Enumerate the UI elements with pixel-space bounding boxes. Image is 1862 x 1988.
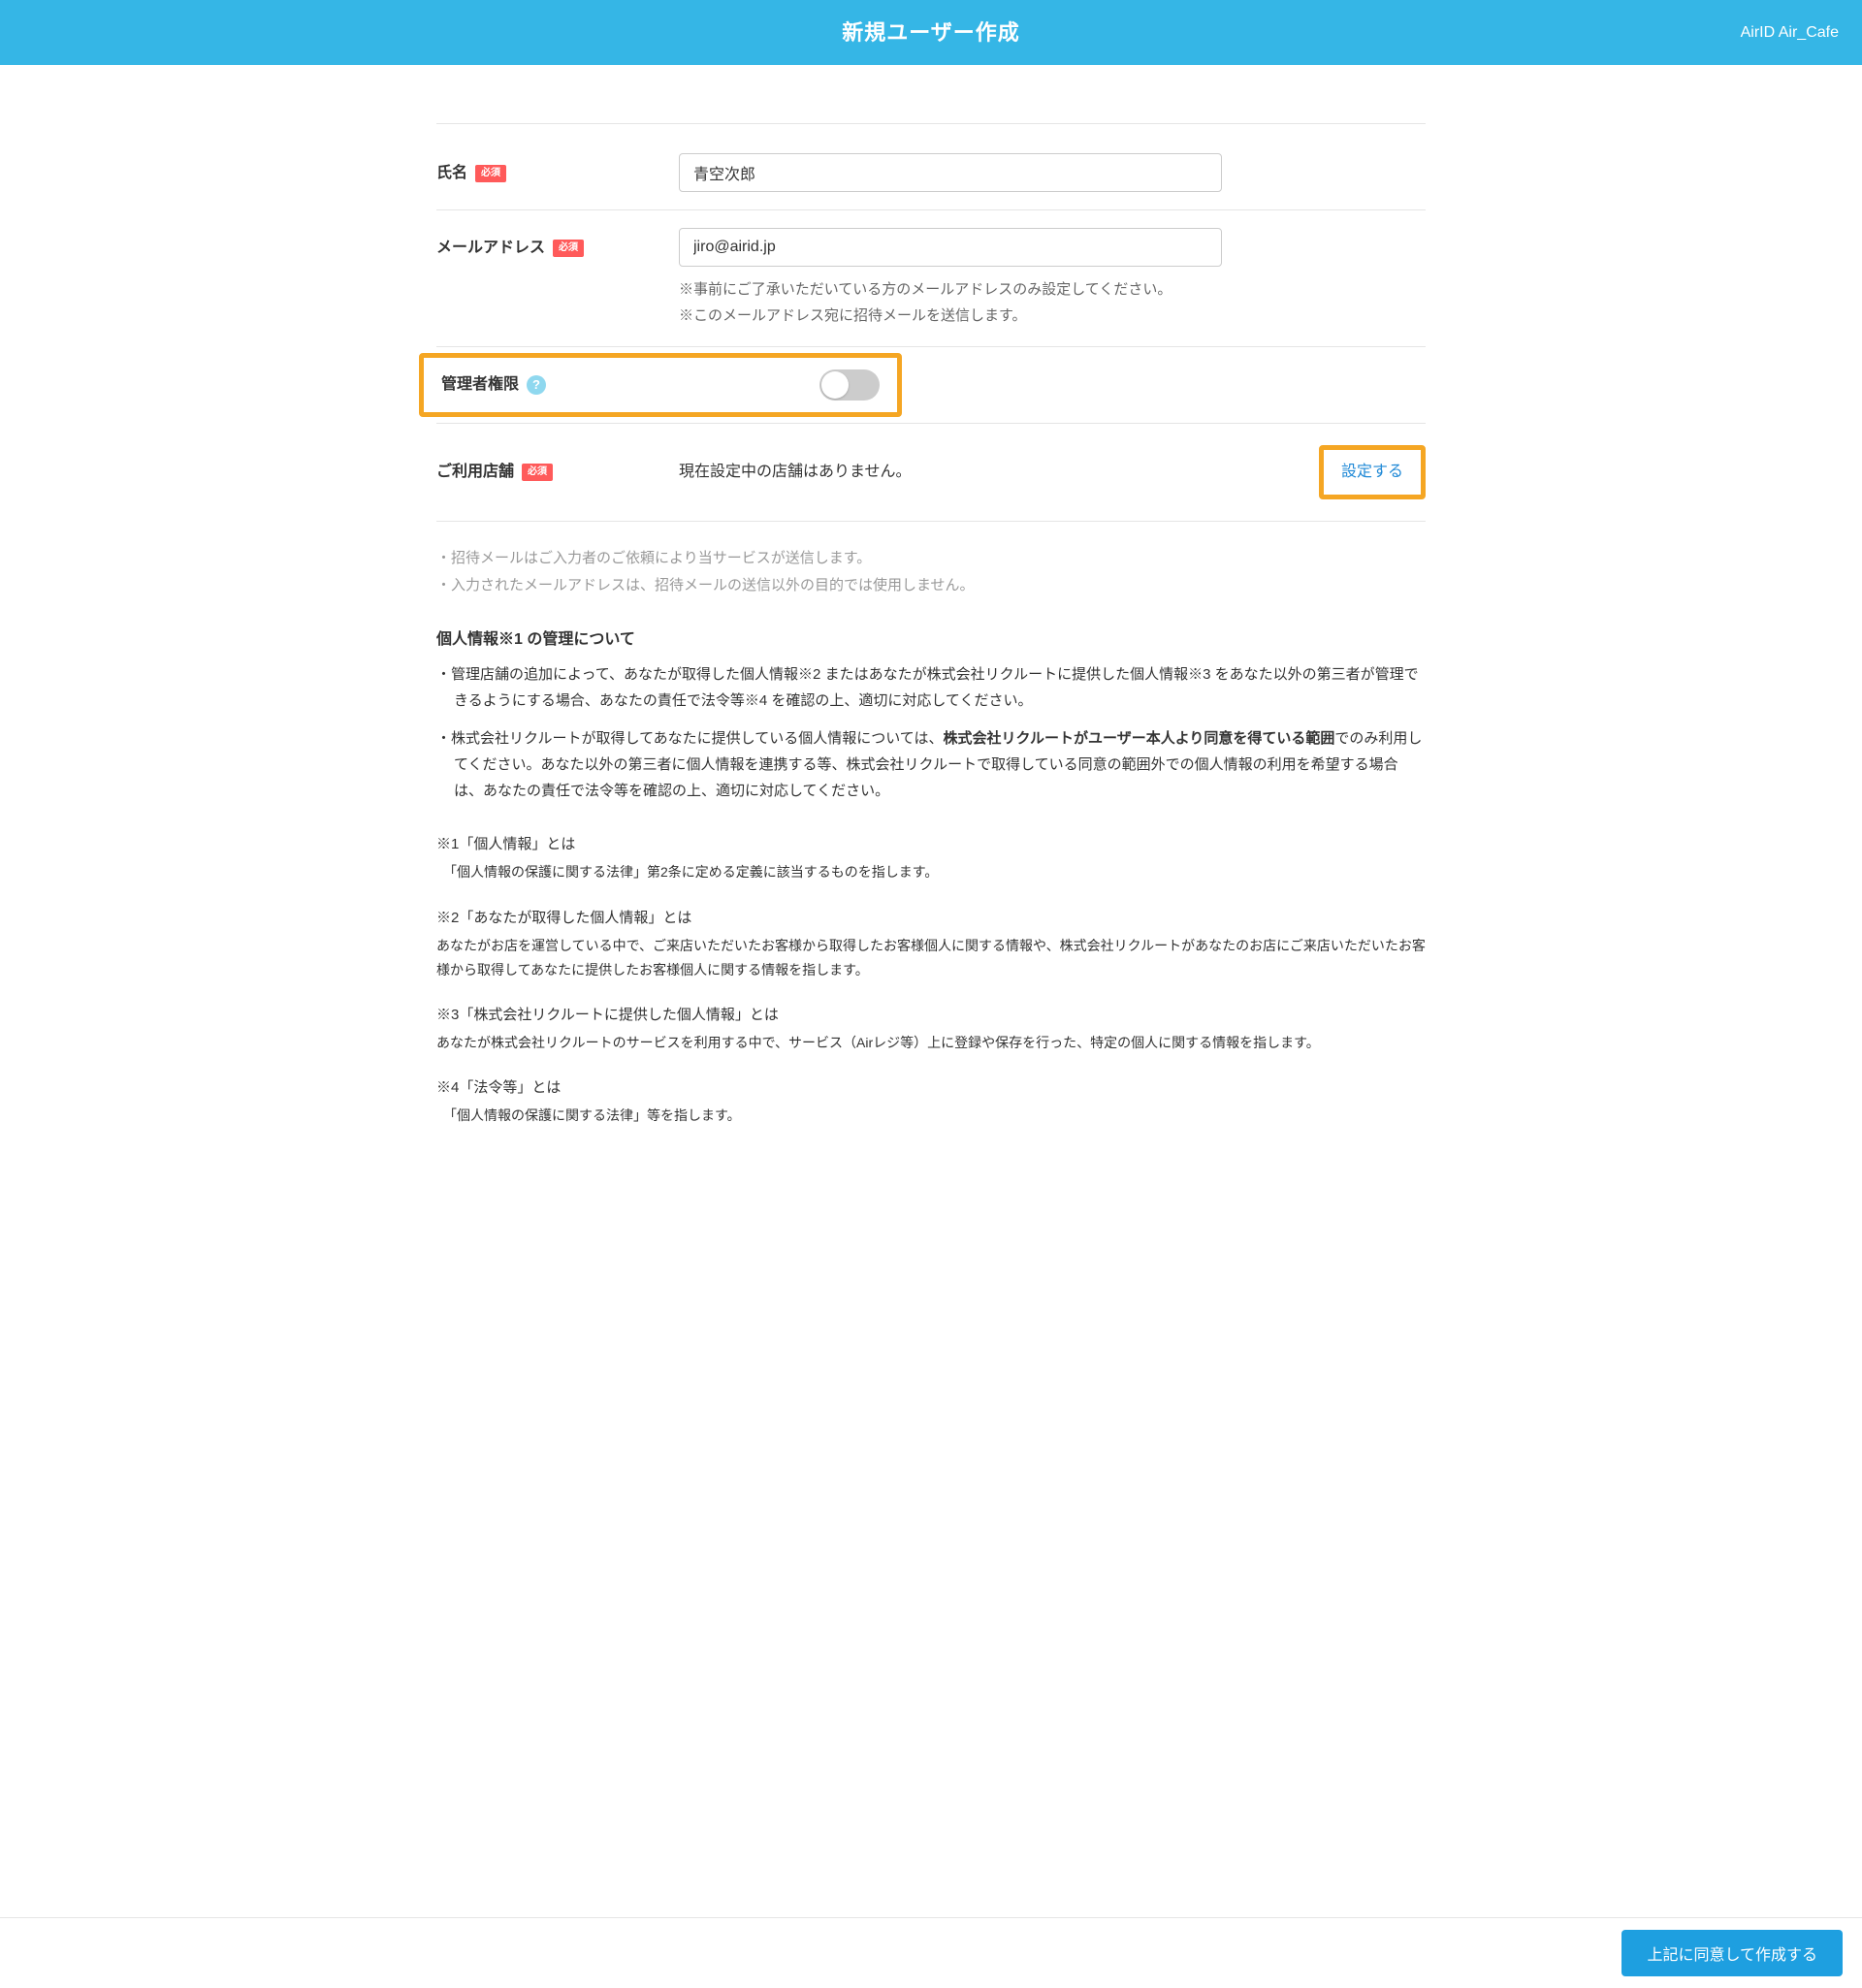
required-badge: 必須 — [553, 240, 584, 257]
policy-section: 個人情報※1 の管理について ・管理店舗の追加によって、あなたが取得した個人情報… — [436, 610, 1426, 1129]
def-term: ※4「法令等」とは — [436, 1076, 1426, 1100]
policy-bold: 株式会社リクルートがユーザー本人より同意を得ている範囲 — [943, 730, 1334, 747]
footer-bar: 上記に同意して作成する — [0, 1917, 1862, 1988]
label-text: メールアドレス — [436, 236, 545, 261]
admin-toggle[interactable] — [819, 369, 880, 401]
label-name: 氏名 必須 — [436, 153, 679, 186]
account-name: AirID Air_Cafe — [1741, 20, 1839, 46]
stores-action-highlight: 設定する — [1319, 445, 1426, 499]
note-line: ・招待メールはご入力者のご依頼により当サービスが送信します。 — [436, 545, 1426, 573]
name-input[interactable] — [679, 153, 1222, 192]
policy-item: ・管理店舗の追加によって、あなたが取得した個人情報※2 またはあなたが株式会社リ… — [436, 661, 1426, 714]
policy-item: ・株式会社リクルートが取得してあなたに提供している個人情報については、株式会社リ… — [436, 725, 1426, 804]
policy-text: ・株式会社リクルートが取得してあなたに提供している個人情報については、 — [436, 730, 943, 747]
toggle-knob — [821, 371, 849, 399]
notes: ・招待メールはご入力者のご依頼により当サービスが送信します。 ・入力されたメール… — [436, 522, 1426, 610]
label-stores: ご利用店舗 必須 — [436, 460, 679, 485]
def-desc: 「個人情報の保護に関する法律」第2条に定める定義に該当するものを指します。 — [436, 860, 1426, 884]
admin-highlight: 管理者権限 ? — [419, 353, 902, 417]
content: 氏名 必須 メールアドレス 必須 ※事前にご了承いただいている方のメールアドレス… — [417, 65, 1445, 1246]
field-email: ※事前にご了承いただいている方のメールアドレスのみ設定してください。 ※このメー… — [679, 228, 1426, 329]
field-row-admin: 管理者権限 ? — [436, 353, 1426, 424]
field-row-stores: ご利用店舗 必須 現在設定中の店舗はありません。 設定する — [436, 424, 1426, 522]
email-helper: ※事前にご了承いただいている方のメールアドレスのみ設定してください。 ※このメー… — [679, 276, 1426, 329]
def-term: ※3「株式会社リクルートに提供した個人情報」とは — [436, 1004, 1426, 1027]
policy-title: 個人情報※1 の管理について — [436, 627, 1426, 653]
def-block: ※1「個人情報」とは 「個人情報の保護に関する法律」第2条に定める定義に該当する… — [436, 833, 1426, 884]
admin-highlight-wrap: 管理者権限 ? — [419, 353, 1426, 417]
stores-configure-link[interactable]: 設定する — [1341, 464, 1403, 480]
required-badge: 必須 — [475, 165, 506, 182]
help-icon[interactable]: ? — [527, 375, 546, 395]
def-block: ※3「株式会社リクルートに提供した個人情報」とは あなたが株式会社リクルートのサ… — [436, 1004, 1426, 1055]
def-desc: 「個人情報の保護に関する法律」等を指します。 — [436, 1104, 1426, 1128]
def-block: ※2「あなたが取得した個人情報」とは あなたがお店を運営している中で、ご来店いた… — [436, 907, 1426, 982]
definitions: ※1「個人情報」とは 「個人情報の保護に関する法律」第2条に定める定義に該当する… — [436, 833, 1426, 1128]
page-title: 新規ユーザー作成 — [23, 16, 1839, 49]
stores-status: 現在設定中の店舗はありません。 — [679, 460, 1319, 485]
field-row-email: メールアドレス 必須 ※事前にご了承いただいている方のメールアドレスのみ設定して… — [436, 210, 1426, 347]
field-name — [679, 153, 1426, 192]
email-input[interactable] — [679, 228, 1222, 267]
def-term: ※2「あなたが取得した個人情報」とは — [436, 907, 1426, 930]
label-admin: 管理者権限 ? — [441, 372, 693, 398]
submit-button[interactable]: 上記に同意して作成する — [1621, 1930, 1843, 1976]
required-badge: 必須 — [522, 464, 553, 481]
divider — [436, 123, 1426, 124]
label-email: メールアドレス 必須 — [436, 228, 679, 261]
def-desc: あなたが株式会社リクルートのサービスを利用する中で、サービス（Airレジ等）上に… — [436, 1031, 1426, 1055]
label-text: 管理者権限 — [441, 372, 519, 398]
label-text: ご利用店舗 — [436, 460, 514, 485]
def-block: ※4「法令等」とは 「個人情報の保護に関する法律」等を指します。 — [436, 1076, 1426, 1128]
def-term: ※1「個人情報」とは — [436, 833, 1426, 856]
helper-line: ※事前にご了承いただいている方のメールアドレスのみ設定してください。 — [679, 276, 1426, 303]
note-line: ・入力されたメールアドレスは、招待メールの送信以外の目的では使用しません。 — [436, 572, 1426, 600]
field-row-name: 氏名 必須 — [436, 136, 1426, 210]
helper-line: ※このメールアドレス宛に招待メールを送信します。 — [679, 303, 1426, 329]
header: 新規ユーザー作成 AirID Air_Cafe — [0, 0, 1862, 65]
def-desc: あなたがお店を運営している中で、ご来店いただいたお客様から取得したお客様個人に関… — [436, 934, 1426, 982]
label-text: 氏名 — [436, 161, 467, 186]
